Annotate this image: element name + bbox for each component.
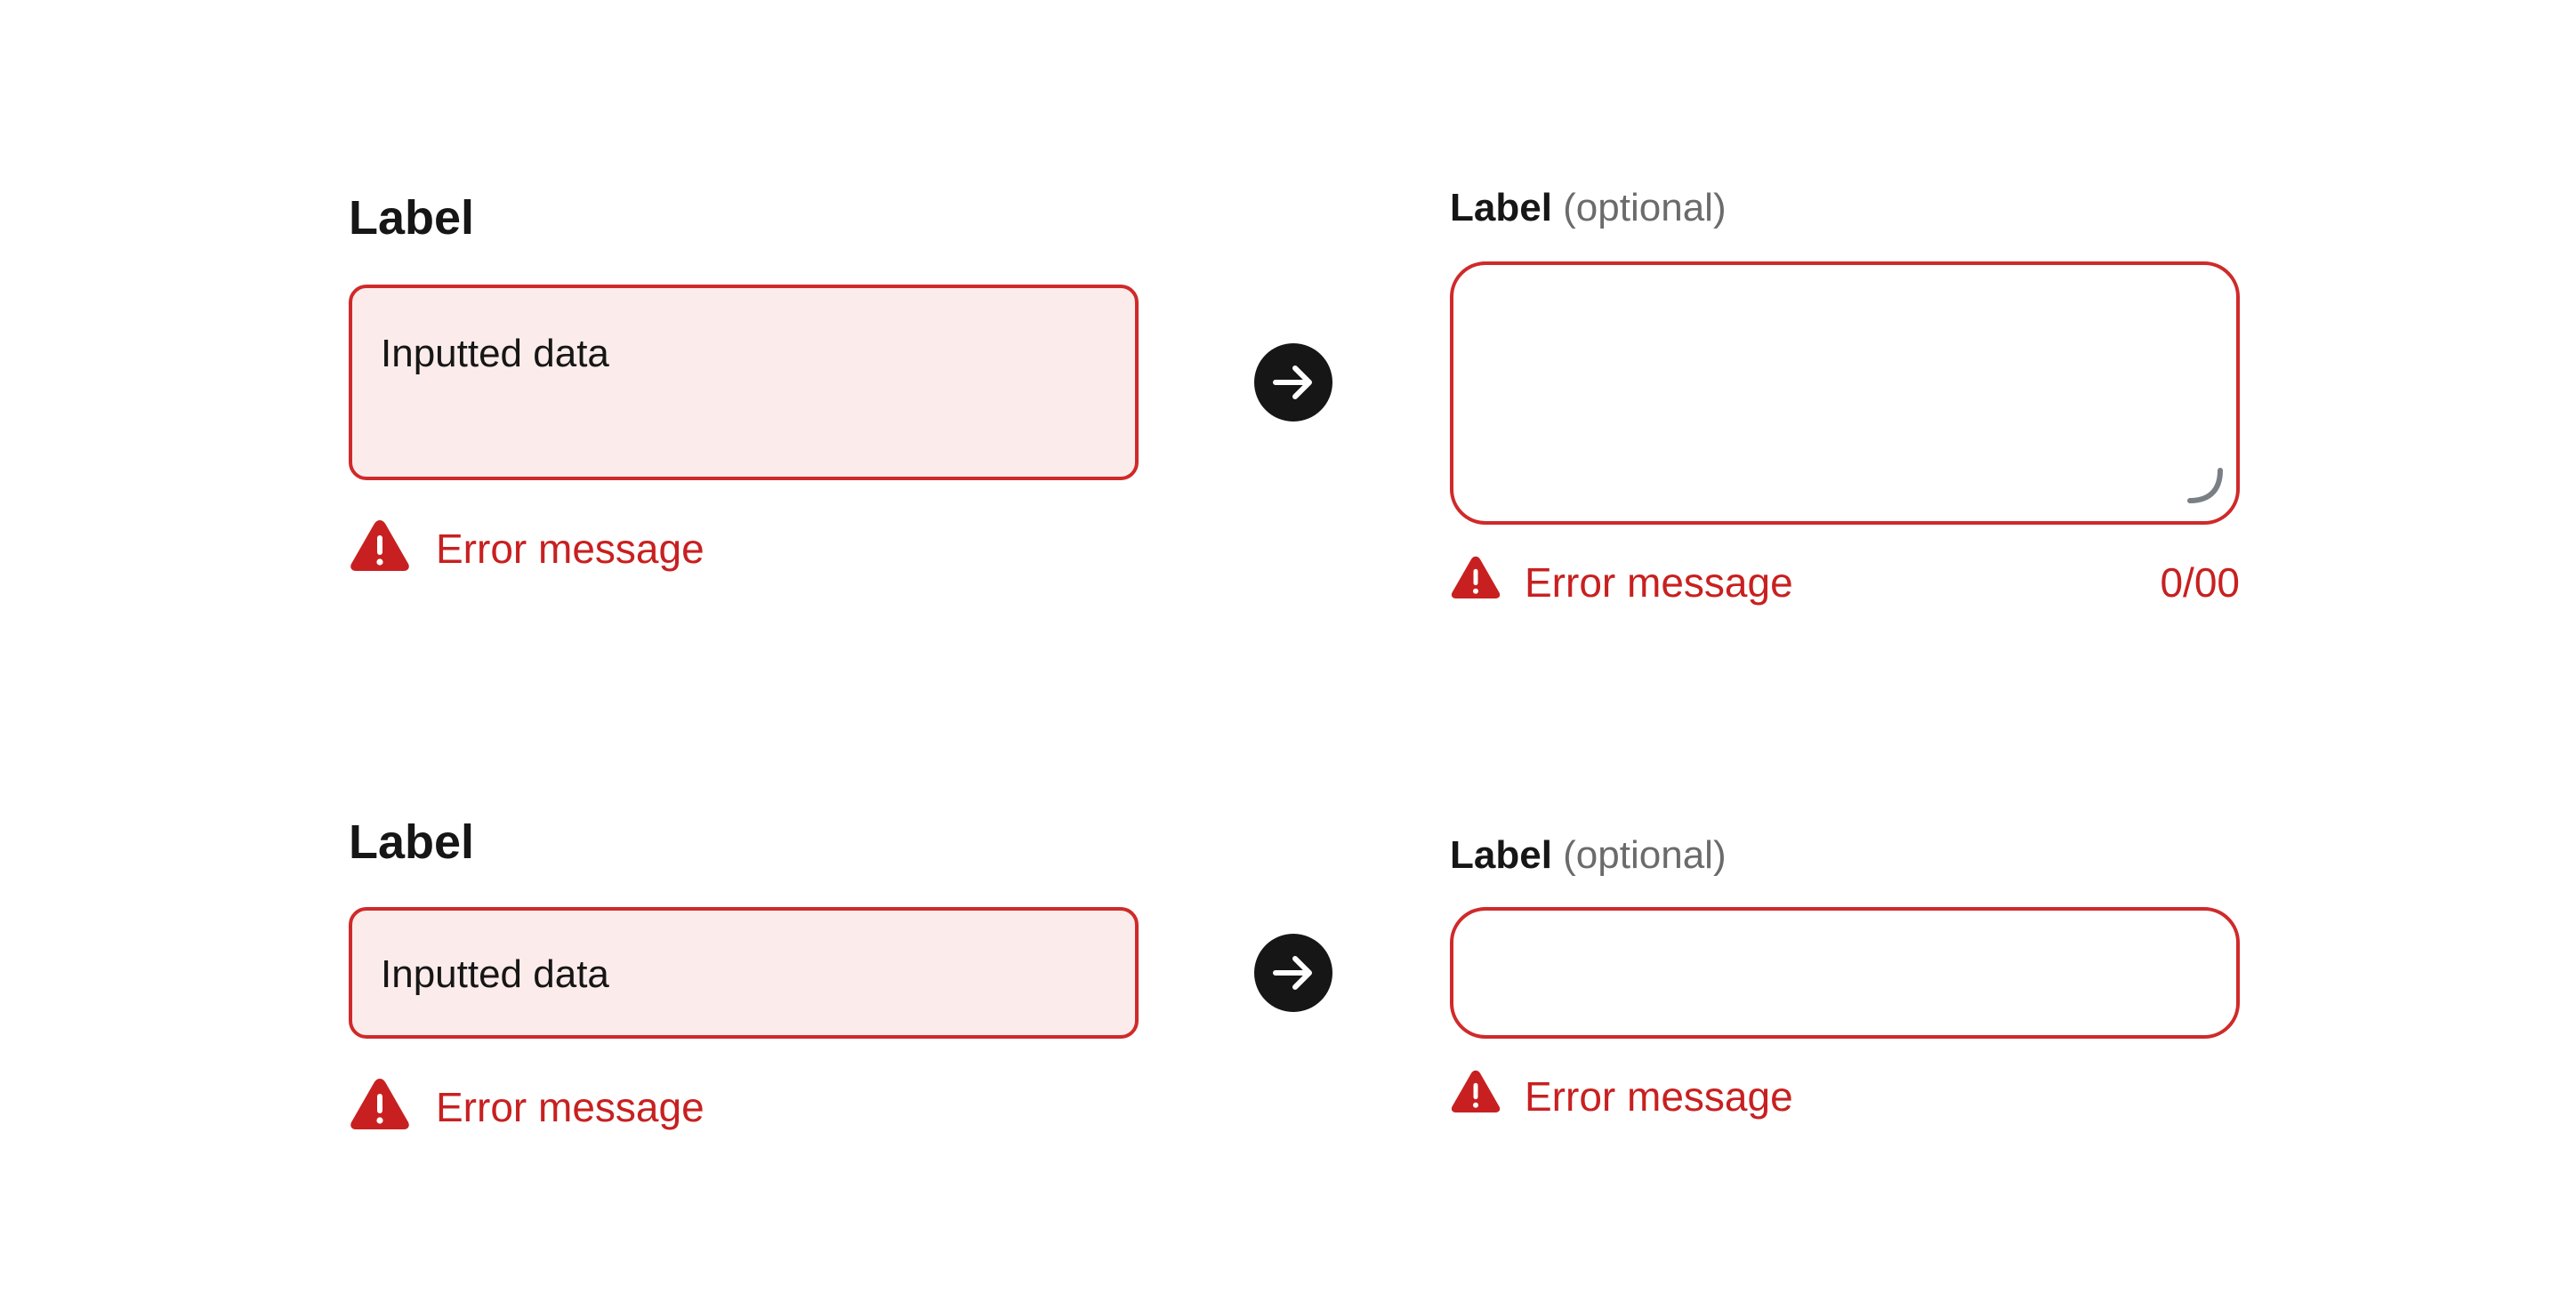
old-input-label: Label [349, 815, 475, 869]
old-textarea[interactable]: Inputted data [349, 285, 1139, 480]
new-textarea-label-text: Label [1450, 186, 1552, 229]
warning-triangle-icon [349, 518, 411, 573]
new-textarea[interactable] [1450, 261, 2240, 525]
resize-handle-icon[interactable] [2185, 465, 2227, 512]
new-input-label: Label (optional) [1450, 836, 1727, 875]
new-input-optional: (optional) [1563, 833, 1727, 877]
warning-triangle-icon [349, 1076, 411, 1131]
old-textarea-error: Error message [436, 526, 704, 572]
arrow-right-icon [1254, 934, 1332, 1012]
arrow-right-icon [1254, 343, 1332, 422]
warning-triangle-icon [1450, 553, 1501, 601]
new-textarea-optional: (optional) [1563, 186, 1727, 229]
character-counter: 0/00 [2160, 559, 2240, 606]
old-input[interactable]: Inputted data [349, 907, 1139, 1039]
old-input-value: Inputted data [381, 952, 609, 996]
new-input-label-text: Label [1450, 833, 1552, 877]
new-textarea-error: Error message [1525, 559, 1793, 606]
new-input-error: Error message [1525, 1073, 1793, 1120]
old-textarea-value: Inputted data [381, 332, 609, 375]
old-textarea-label: Label [349, 191, 475, 245]
new-textarea-label: Label (optional) [1450, 189, 1727, 228]
warning-triangle-icon [1450, 1067, 1501, 1115]
old-input-error: Error message [436, 1084, 704, 1130]
new-input[interactable] [1450, 907, 2240, 1039]
